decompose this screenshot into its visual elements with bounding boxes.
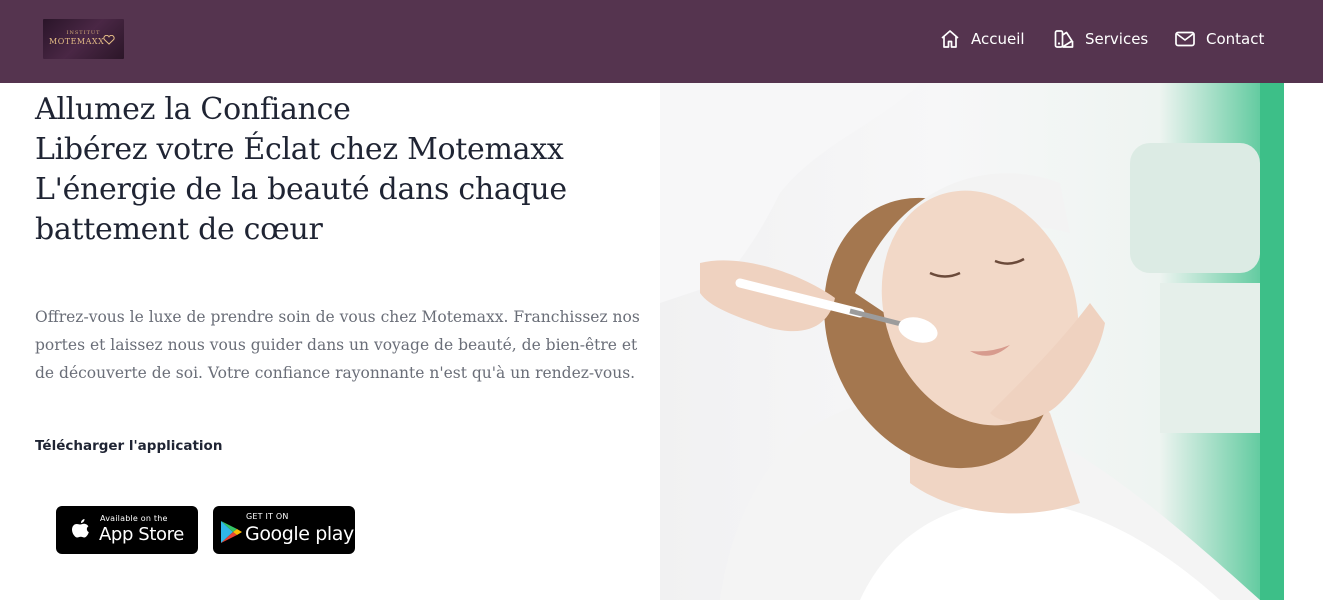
apple-icon xyxy=(72,519,89,538)
google-play-button[interactable]: GET IT ON Google play xyxy=(213,506,355,554)
hero-title-line-1: Allumez la Confiance xyxy=(35,92,351,127)
nav-services-label: Services xyxy=(1085,30,1149,48)
hero-title: Allumez la Confiance Libérez votre Éclat… xyxy=(35,90,635,250)
top-navigation-bar: INSTITUT MOTEMAXX Accueil Services Conta… xyxy=(0,0,1323,83)
google-play-big-text: Google play xyxy=(245,523,354,545)
logo-line-motemaxx: MOTEMAXX xyxy=(49,37,105,46)
google-play-icon xyxy=(221,521,242,543)
download-app-label: Télécharger l'application xyxy=(35,438,223,454)
facial-treatment-photo xyxy=(660,83,1284,600)
hero-description: Offrez-vous le luxe de prendre soin de v… xyxy=(35,308,640,382)
nav-services[interactable]: Services xyxy=(1053,27,1148,51)
services-icon xyxy=(1054,30,1074,48)
app-store-big-text: App Store xyxy=(99,524,184,545)
app-store-small-text: Available on the xyxy=(100,514,168,523)
nav-accueil-label: Accueil xyxy=(971,30,1025,48)
nav-contact-label: Contact xyxy=(1206,30,1265,48)
heart-logo-icon xyxy=(103,35,115,45)
nav-accueil[interactable]: Accueil xyxy=(939,27,1025,51)
facial-treatment-illustration xyxy=(660,83,1284,600)
hero-title-line-3: L'énergie de la beauté dans chaque batte… xyxy=(35,172,567,247)
hero-title-line-2: Libérez votre Éclat chez Motemaxx xyxy=(35,132,564,167)
motemaxx-logo[interactable]: INSTITUT MOTEMAXX xyxy=(43,19,124,59)
google-play-small-text: GET IT ON xyxy=(246,512,289,521)
home-icon xyxy=(941,30,959,48)
mail-icon xyxy=(1175,31,1195,47)
nav-contact[interactable]: Contact xyxy=(1174,27,1264,51)
app-store-button[interactable]: Available on the App Store xyxy=(56,506,198,554)
